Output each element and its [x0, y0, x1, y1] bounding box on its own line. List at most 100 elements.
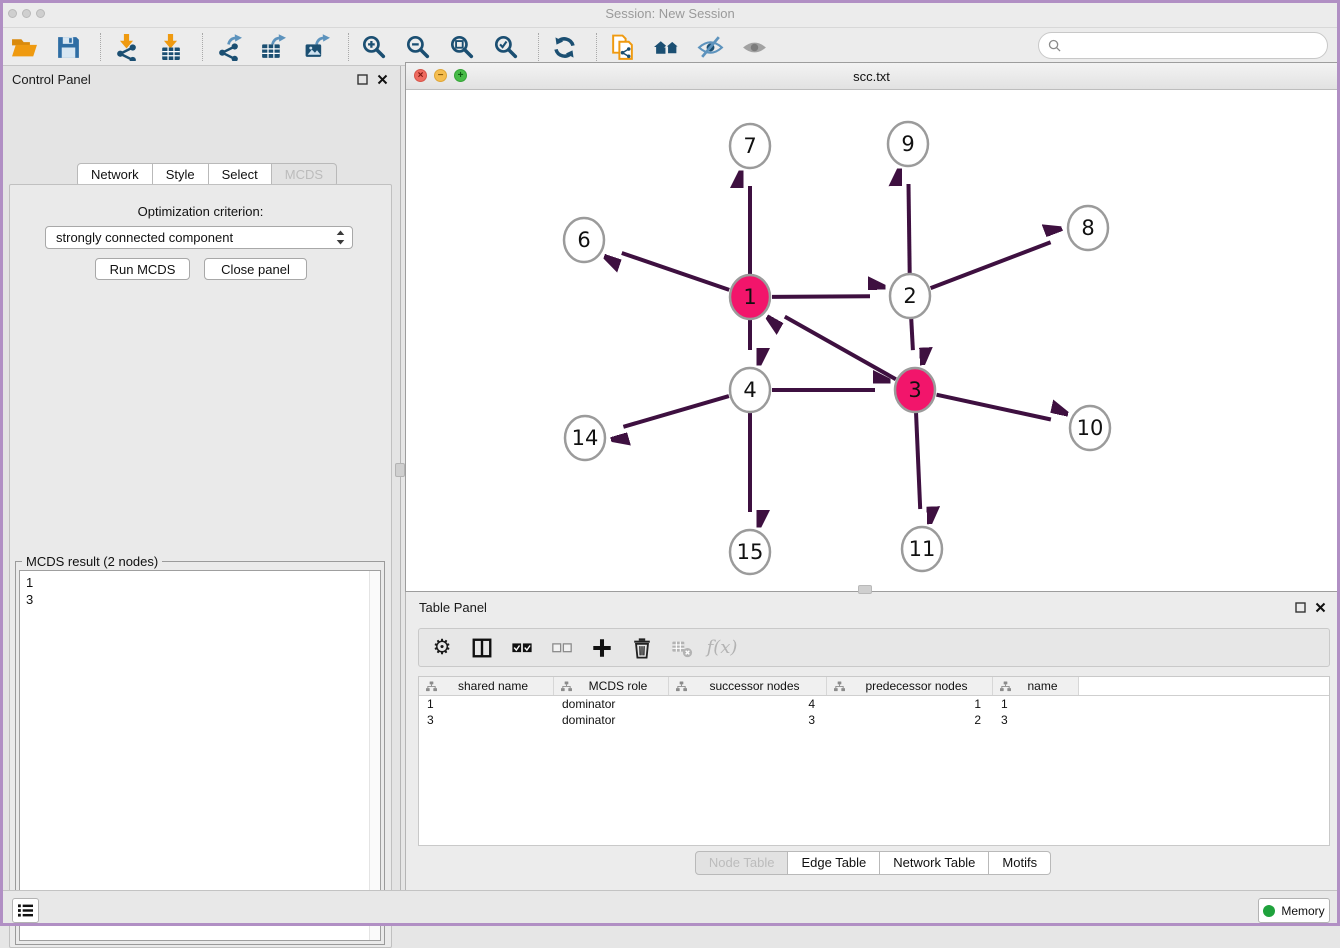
open-session-button[interactable] [8, 32, 40, 62]
table-body: 1dominator4113dominator323 [419, 696, 1329, 728]
graph-node-1[interactable]: 1 [730, 275, 770, 319]
table-row[interactable]: 3dominator323 [419, 712, 1329, 728]
add-row-button[interactable] [589, 635, 615, 661]
refresh-layout-button[interactable] [548, 32, 580, 62]
application-window: Session: New Session Control Panel Netwo… [0, 0, 1340, 926]
table-panel-close-icon[interactable] [1314, 601, 1326, 613]
gear-button[interactable]: ⚙ [429, 635, 455, 661]
mcds-result-scrollbar[interactable] [369, 571, 380, 940]
toolbar-separator [100, 33, 101, 61]
show-graphics-details-button[interactable] [738, 32, 770, 62]
table-tab-node-table[interactable]: Node Table [695, 851, 789, 875]
delete-row-icon [631, 637, 653, 659]
table-panel-title: Table Panel [419, 600, 487, 615]
column-header-name[interactable]: name [993, 677, 1079, 695]
hierarchy-icon [1000, 681, 1011, 692]
search-field[interactable] [1038, 32, 1328, 59]
edge-2-3[interactable] [911, 318, 913, 350]
zoom-fit-button[interactable] [446, 32, 478, 62]
graph-node-15[interactable]: 15 [730, 530, 770, 574]
cell-successor-nodes: 4 [669, 696, 827, 712]
column-header-shared-name[interactable]: shared name [419, 677, 554, 695]
edge-2-9[interactable] [909, 184, 910, 274]
optimization-criterion-label: Optimization criterion: [10, 204, 391, 219]
hide-graphics-details-button[interactable] [694, 32, 726, 62]
delete-table-button[interactable] [669, 635, 695, 661]
export-table-button[interactable] [256, 32, 288, 62]
search-input[interactable] [1066, 38, 1327, 53]
function-builder-button[interactable]: f(x) [709, 635, 735, 661]
horizontal-splitter-handle[interactable] [858, 585, 872, 594]
column-header-predecessor-nodes[interactable]: predecessor nodes [827, 677, 993, 695]
window-title: Session: New Session [0, 6, 1340, 21]
table-tab-edge-table[interactable]: Edge Table [788, 851, 880, 875]
column-header-MCDS-role[interactable]: MCDS role [554, 677, 669, 695]
import-network-button[interactable] [110, 32, 142, 62]
graph-node-2[interactable]: 2 [890, 274, 930, 318]
graph-node-7[interactable]: 7 [730, 124, 770, 168]
edge-3-1[interactable] [785, 317, 896, 380]
edge-3-10[interactable] [937, 395, 1051, 420]
zoom-out-button[interactable] [402, 32, 434, 62]
control-panel-close-icon[interactable] [376, 73, 388, 85]
cell-name: 3 [993, 712, 1079, 728]
zoom-selected-button[interactable] [490, 32, 522, 62]
optimization-criterion-value: strongly connected component [56, 230, 233, 245]
edge-3-11[interactable] [916, 412, 920, 509]
svg-text:3: 3 [908, 378, 921, 402]
hierarchy-icon [561, 681, 572, 692]
graph-node-11[interactable]: 11 [902, 527, 942, 571]
network-canvas[interactable]: 7 9 6 8 1 2 4 3 14 10 15 11 [406, 90, 1337, 591]
export-image-button[interactable] [300, 32, 332, 62]
optimization-criterion-select[interactable]: strongly connected component [45, 226, 353, 249]
show-all-networks-button[interactable] [650, 32, 682, 62]
main-toolbar [0, 28, 1340, 66]
save-session-button[interactable] [52, 32, 84, 62]
graph-node-8[interactable]: 8 [1068, 206, 1108, 250]
run-mcds-button[interactable]: Run MCDS [95, 258, 190, 280]
unselect-all-icon [551, 637, 573, 659]
graph-node-10[interactable]: 10 [1070, 406, 1110, 450]
unselect-all-button[interactable] [549, 635, 575, 661]
open-session-icon [11, 34, 38, 61]
table-tab-motifs[interactable]: Motifs [989, 851, 1051, 875]
graph-node-14[interactable]: 14 [565, 416, 605, 460]
duplicate-network-button[interactable] [606, 32, 638, 62]
svg-text:11: 11 [909, 537, 936, 561]
table-tab-network-table[interactable]: Network Table [880, 851, 989, 875]
columns-button[interactable] [469, 635, 495, 661]
zoom-in-button[interactable] [358, 32, 390, 62]
graph-node-9[interactable]: 9 [888, 122, 928, 166]
cell-successor-nodes: 3 [669, 712, 827, 728]
memory-button[interactable]: Memory [1258, 898, 1330, 923]
zoom-fit-icon [449, 34, 476, 61]
cell-shared-name: 3 [419, 712, 554, 728]
graph-node-6[interactable]: 6 [564, 218, 604, 262]
mcds-result-text[interactable]: 1 3 [19, 570, 381, 941]
graph-node-4[interactable]: 4 [730, 368, 770, 412]
vertical-splitter-handle[interactable] [395, 463, 405, 477]
svg-text:10: 10 [1077, 416, 1104, 440]
svg-text:15: 15 [737, 540, 764, 564]
delete-row-button[interactable] [629, 635, 655, 661]
table-panel-float-icon[interactable] [1294, 601, 1306, 613]
edge-4-14[interactable] [623, 396, 729, 427]
table-row[interactable]: 1dominator411 [419, 696, 1329, 712]
svg-text:2: 2 [903, 284, 916, 308]
edge-2-8[interactable] [931, 242, 1051, 288]
close-panel-button[interactable]: Close panel [204, 258, 307, 280]
edge-1-2[interactable] [772, 296, 870, 297]
control-panel-float-icon[interactable] [356, 73, 368, 85]
mcds-panel: Optimization criterion: strongly connect… [9, 184, 392, 948]
select-all-button[interactable] [509, 635, 535, 661]
show-all-networks-icon [653, 34, 680, 61]
task-history-button[interactable] [12, 898, 39, 923]
graph-node-3[interactable]: 3 [895, 368, 935, 412]
import-table-button[interactable] [154, 32, 186, 62]
mcds-result-title: MCDS result (2 nodes) [22, 554, 162, 569]
column-header-successor-nodes[interactable]: successor nodes [669, 677, 827, 695]
gear-icon: ⚙ [433, 637, 452, 658]
edge-1-6[interactable] [622, 253, 729, 290]
zoom-out-icon [405, 34, 432, 61]
export-network-button[interactable] [212, 32, 244, 62]
